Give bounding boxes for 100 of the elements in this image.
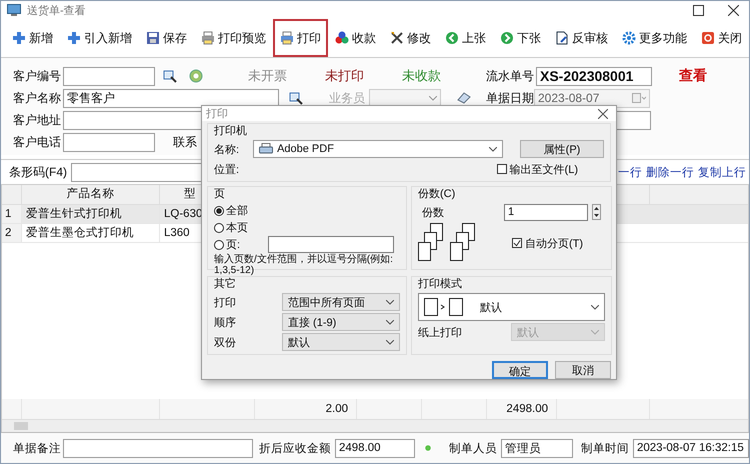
- chevron-down-icon: [489, 146, 498, 152]
- radio-label[interactable]: 全部: [226, 203, 248, 218]
- field-label: 客户名称: [13, 90, 62, 106]
- row-action-link[interactable]: 一行: [618, 164, 642, 180]
- chevron-down-icon: [591, 330, 599, 334]
- dropdown[interactable]: 默认: [282, 333, 400, 351]
- toolbar-button[interactable]: 反审核: [548, 19, 615, 57]
- spinner-icon[interactable]: [592, 204, 601, 220]
- radio-button[interactable]: [214, 206, 224, 216]
- chevron-down-icon: [386, 320, 394, 324]
- window-title: 送货单-查看: [27, 4, 86, 18]
- search-icon[interactable]: [163, 69, 177, 83]
- status-label: 未开票: [247, 67, 288, 85]
- field-label: 顺序: [214, 316, 236, 330]
- group-heading: 页: [214, 188, 226, 201]
- input-field[interactable]: [63, 132, 155, 152]
- dialog-button[interactable]: 取消: [555, 361, 611, 379]
- checkbox-label[interactable]: 输出至文件(L): [510, 162, 578, 176]
- printer-dropdown[interactable]: Adobe PDF: [253, 140, 504, 158]
- field-label: 制单人员: [449, 442, 497, 456]
- printer-icon: [201, 31, 215, 45]
- balls-icon: [335, 31, 349, 45]
- group-heading: 份数(C): [418, 188, 456, 201]
- plus-icon: [12, 31, 26, 45]
- input-field[interactable]: 管理员: [501, 438, 573, 458]
- gear-icon: [622, 31, 636, 45]
- copies-field[interactable]: 1: [504, 204, 588, 220]
- mode-label: 查看: [679, 67, 707, 85]
- field-label: 折后应收金额: [259, 442, 331, 456]
- input-field[interactable]: XS-202308001: [536, 66, 652, 86]
- checkbox[interactable]: [496, 164, 507, 174]
- toolbar-button[interactable]: 新增: [5, 19, 60, 57]
- group-heading: 打印模式: [418, 278, 463, 291]
- group-heading: 其它: [214, 278, 237, 291]
- field-label: 份数: [422, 206, 444, 220]
- toolbar-button[interactable]: 保存: [139, 19, 194, 57]
- dropdown[interactable]: 直接 (1-9): [282, 313, 400, 331]
- field-label: 业务员: [329, 90, 366, 106]
- properties-button[interactable]: 属性(P): [520, 140, 604, 158]
- plus-icon: [67, 31, 81, 45]
- radio-button[interactable]: [214, 222, 224, 232]
- field-label: 条形码(F4): [9, 164, 67, 180]
- search-icon[interactable]: [289, 91, 303, 105]
- toolbar-button[interactable]: 修改: [383, 19, 438, 57]
- toolbar-button[interactable]: 下张: [493, 19, 548, 57]
- page-range-field[interactable]: [268, 236, 394, 253]
- total-cell: 2.00: [326, 403, 348, 415]
- group-heading: 打印机: [214, 125, 248, 138]
- field-label: 单据备注: [13, 441, 62, 456]
- app-icon: [7, 4, 21, 16]
- chevron-down-icon: [429, 96, 437, 100]
- floppy-icon: [146, 31, 160, 45]
- chevron-down-icon: [591, 304, 599, 310]
- column-header: 产品名称: [22, 185, 160, 204]
- input-field[interactable]: 2023-08-07 16:32:15: [633, 438, 749, 458]
- field-label: 双份: [214, 336, 236, 350]
- row-action-link[interactable]: 复制上行: [698, 164, 746, 180]
- row-action-link[interactable]: 删除一行: [646, 164, 694, 180]
- document-icon: [555, 31, 569, 45]
- status-label: 未打印: [324, 67, 365, 85]
- field-label: 联系: [173, 134, 197, 150]
- table-cell: 爱普生针式打印机: [22, 205, 160, 223]
- field-label: 制单时间: [581, 442, 629, 456]
- checkbox-label[interactable]: 自动分页(T): [524, 236, 583, 250]
- dropdown[interactable]: 范围中所有页面: [282, 293, 400, 311]
- row-number: 2: [2, 224, 22, 242]
- toolbar-button[interactable]: 打印: [273, 19, 328, 57]
- field-label: 位置:: [214, 162, 240, 176]
- field-label: 名称:: [214, 142, 240, 156]
- circle-icon[interactable]: [189, 69, 203, 83]
- field-label: 打印: [214, 296, 236, 310]
- total-cell: 2498.00: [506, 403, 548, 415]
- page-order-drawing: [424, 298, 464, 316]
- horizontal-scrollbar[interactable]: [2, 419, 748, 432]
- toolbar-button[interactable]: 打印预览: [194, 19, 273, 57]
- field-label: 客户电话: [13, 134, 62, 150]
- printer-icon: [280, 31, 294, 45]
- checkbox[interactable]: [512, 238, 522, 248]
- toolbar-button[interactable]: 更多功能: [615, 19, 694, 57]
- field-label: 客户地址: [13, 112, 62, 128]
- toolbar-button[interactable]: 收款: [328, 19, 383, 57]
- chevron-down-icon: [386, 300, 394, 304]
- status-label: 未收款: [401, 67, 442, 85]
- field-label: 单据日期: [486, 90, 534, 106]
- toolbar-button[interactable]: 关闭: [694, 19, 749, 57]
- dialog-button[interactable]: 确定: [492, 361, 548, 379]
- input-field[interactable]: [63, 438, 253, 458]
- input-field[interactable]: [63, 66, 155, 86]
- input-field[interactable]: 零售客户: [63, 88, 279, 108]
- field-label: 流水单号: [486, 68, 534, 84]
- dialog-title: 打印: [206, 107, 228, 121]
- input-field[interactable]: 2498.00: [335, 438, 415, 458]
- row-number: 1: [2, 205, 22, 223]
- radio-button[interactable]: [214, 240, 224, 250]
- print-mode-dropdown[interactable]: 默认: [418, 293, 605, 321]
- toolbar-button[interactable]: 引入新增: [60, 19, 139, 57]
- field-label: 客户编号: [13, 68, 62, 84]
- printer-icon: [259, 143, 274, 155]
- maximize-icon[interactable]: [693, 4, 704, 16]
- toolbar-button[interactable]: 上张: [438, 19, 493, 57]
